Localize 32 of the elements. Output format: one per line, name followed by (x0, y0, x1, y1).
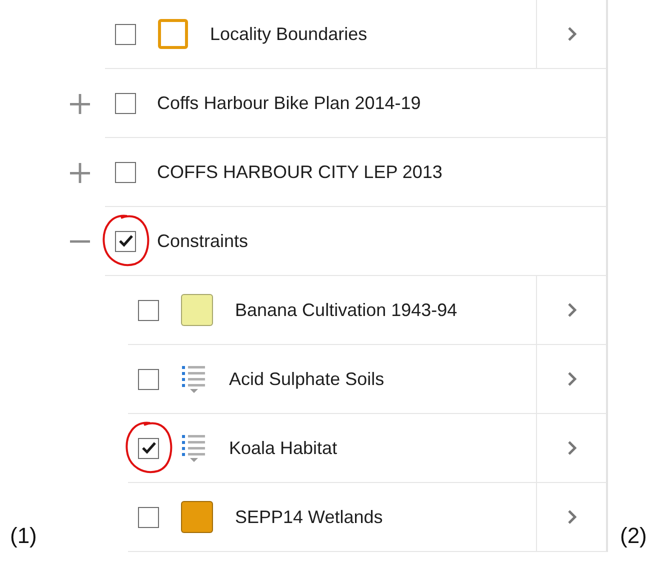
expand-button[interactable] (69, 92, 91, 114)
checkbox[interactable] (115, 92, 136, 114)
chevron-right-icon (566, 302, 576, 318)
layer-name: SEPP14 Wetlands (235, 506, 383, 528)
checkbox[interactable] (115, 24, 136, 44)
layer-name: Constraints (157, 230, 248, 252)
layer-name: Locality Boundaries (210, 24, 368, 44)
legend-list-icon (181, 433, 207, 463)
checkmark-icon (140, 441, 156, 455)
checkbox[interactable] (138, 438, 159, 458)
minus-icon (70, 240, 90, 243)
checkbox[interactable] (115, 230, 136, 252)
figure-label: (1) (9, 523, 37, 549)
checkmark-icon (118, 234, 134, 248)
checkbox[interactable] (115, 162, 136, 182)
chevron-right-icon (566, 509, 576, 525)
checkbox[interactable] (138, 506, 159, 528)
expand-button[interactable] (69, 162, 91, 184)
layer-name: Coffs Harbour Bike Plan 2014-19 (157, 92, 421, 114)
checkbox[interactable] (138, 368, 159, 390)
plus-icon (70, 162, 90, 182)
chevron-right-icon (566, 440, 576, 456)
layer-name: COFFS HARBOUR CITY LEP 2013 (157, 162, 442, 182)
chevron-right-icon (566, 371, 576, 387)
chevron-right-icon (566, 26, 576, 42)
layer-name: Koala Habitat (229, 438, 338, 458)
figure-label: (2) (619, 523, 647, 549)
layer-name: Banana Cultivation 1943-94 (235, 300, 458, 320)
checkbox[interactable] (138, 300, 159, 320)
layer-name: Acid Sulphate Soils (229, 368, 384, 390)
plus-icon (70, 94, 90, 114)
legend-list-icon (181, 364, 207, 394)
